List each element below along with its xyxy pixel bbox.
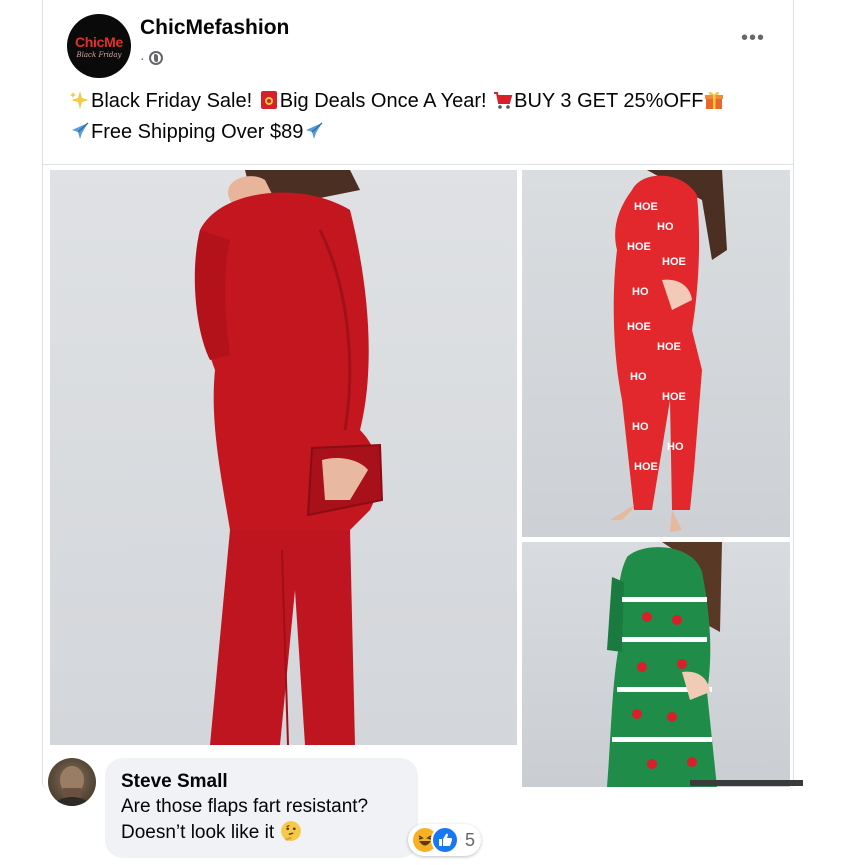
sparkles-icon xyxy=(70,91,89,109)
more-options-icon[interactable]: ••• xyxy=(741,28,765,48)
avatar-brand-logo: ChicMe xyxy=(75,33,123,50)
svg-text:HOE: HOE xyxy=(634,461,658,473)
red-envelope-icon xyxy=(260,91,277,109)
shopping-cart-icon xyxy=(494,92,513,109)
svg-text:HOE: HOE xyxy=(634,201,658,213)
airplane-icon xyxy=(306,122,323,139)
svg-text:HOE: HOE xyxy=(627,321,651,333)
caption-text-3: BUY 3 GET 25%OFF xyxy=(514,90,704,112)
globe-icon[interactable] xyxy=(148,51,163,65)
comment-author-link[interactable]: Steve Small xyxy=(121,770,402,794)
caption-text-1: Black Friday Sale! xyxy=(91,90,258,112)
avatar[interactable] xyxy=(48,758,96,806)
comment-reactions[interactable]: 5 xyxy=(408,824,482,856)
svg-text:HO: HO xyxy=(630,371,647,383)
green-onesie-figure xyxy=(607,542,722,787)
caption-line-2: Free Shipping Over $89 xyxy=(69,117,779,148)
svg-text:HOE: HOE xyxy=(662,256,686,268)
like-reaction-icon xyxy=(431,826,459,854)
meta-separator: · xyxy=(140,50,145,66)
svg-text:HOE: HOE xyxy=(627,241,651,253)
caption-text-2: Big Deals Once A Year! xyxy=(279,90,493,112)
post-divider xyxy=(43,164,793,165)
comment-text-2: Doesn’t look like it xyxy=(121,822,275,843)
hoho-onesie-figure: HOE HO HOE HOE HO HOE HOE HO HOE HO HO HOE xyxy=(610,170,727,532)
post-caption: Black Friday Sale! Big Deals Once A Year… xyxy=(69,86,779,148)
comment-text-line-2: Doesn’t look like it xyxy=(121,820,402,846)
hoho-print-onesie-photo[interactable]: HOE HO HOE HOE HO HOE HOE HO HOE HO HO HOE xyxy=(522,170,790,537)
svg-text:HO: HO xyxy=(632,286,649,298)
feed-post: ChicMe Black Friday ChicMefashion · ••• … xyxy=(42,0,794,790)
post-meta: · xyxy=(140,50,163,66)
page-name-link[interactable]: ChicMefashion xyxy=(140,16,289,40)
svg-text:HO: HO xyxy=(632,421,649,433)
svg-text:HO: HO xyxy=(667,441,684,453)
gift-icon xyxy=(705,91,724,109)
commenter-photo xyxy=(54,766,90,806)
red-onesie-photo[interactable] xyxy=(50,170,517,745)
scroll-indicator-bar xyxy=(690,780,803,786)
red-onesie-figure xyxy=(194,170,384,745)
svg-text:HOE: HOE xyxy=(657,341,681,353)
page-avatar[interactable]: ChicMe Black Friday xyxy=(67,14,131,78)
caption-text-4: Free Shipping Over $89 xyxy=(91,121,304,143)
green-christmas-onesie-photo[interactable] xyxy=(522,542,790,787)
svg-text:HO: HO xyxy=(657,221,674,233)
airplane-icon xyxy=(72,122,89,139)
comment-text-line-1: Are those flaps fart resistant? xyxy=(121,796,369,817)
reaction-count: 5 xyxy=(465,829,476,850)
svg-text:HOE: HOE xyxy=(662,391,686,403)
caption-line-1: Black Friday Sale! Big Deals Once A Year… xyxy=(69,86,779,117)
comment-bubble: Steve Small Are those flaps fart resista… xyxy=(105,758,418,858)
avatar-tagline: Black Friday xyxy=(76,50,122,59)
thinking-face-icon xyxy=(281,821,302,841)
